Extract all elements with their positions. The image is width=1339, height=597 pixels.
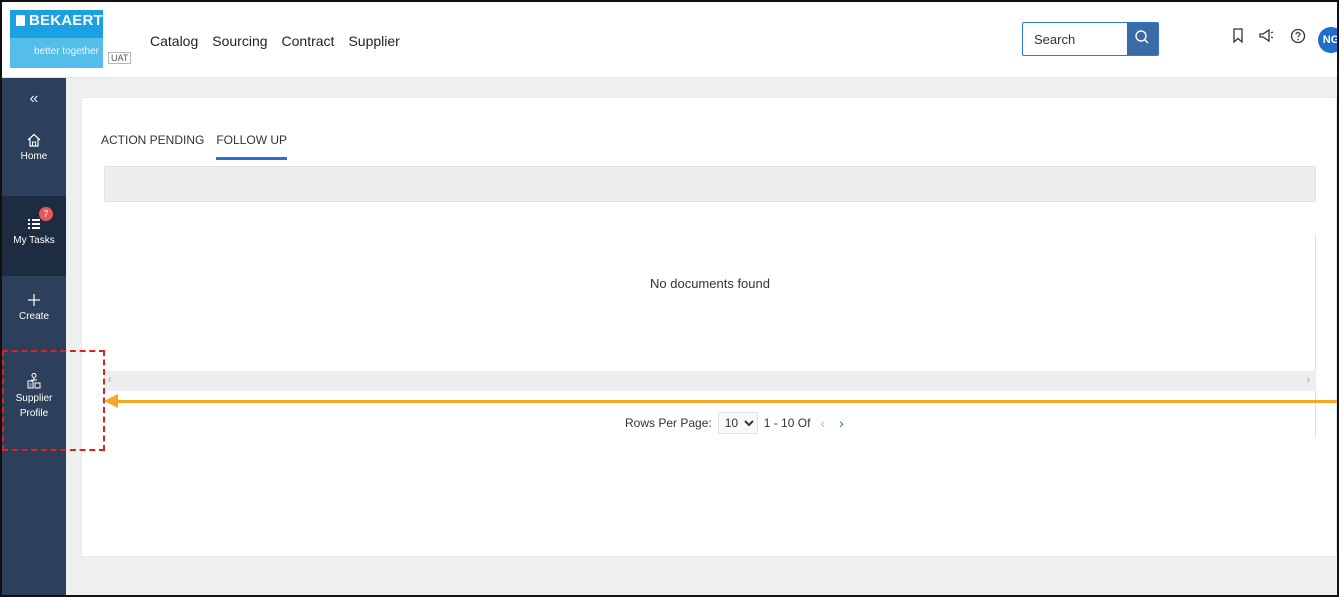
tab-action-pending[interactable]: ACTION PENDING xyxy=(101,133,204,160)
bekaert-logo[interactable]: BEKAERT better together xyxy=(10,10,103,68)
annotation-arrow-line xyxy=(116,400,1337,403)
app-frame: BEKAERT better together UAT Catalog Sour… xyxy=(0,0,1339,597)
sidebar-item-my-tasks[interactable]: 7 My Tasks xyxy=(2,196,66,276)
supplier-profile-icon xyxy=(27,373,41,389)
search-input[interactable] xyxy=(1023,23,1128,55)
announcement-icon[interactable] xyxy=(1258,28,1276,44)
collapse-sidebar-icon[interactable]: « xyxy=(2,90,66,108)
left-sidebar: « Home 7 My Tasks Create Supplier Profil… xyxy=(2,78,66,595)
home-icon xyxy=(27,133,41,147)
sidebar-label-create: Create xyxy=(18,311,49,322)
nav-supplier[interactable]: Supplier xyxy=(348,33,399,49)
bookmark-icon[interactable] xyxy=(1232,28,1244,44)
sidebar-label-profile: Profile xyxy=(19,408,49,419)
scroll-left-icon[interactable]: ‹ xyxy=(108,374,112,386)
scroll-right-icon[interactable]: › xyxy=(1306,374,1310,386)
tab-follow-up[interactable]: FOLLOW UP xyxy=(216,133,288,160)
plus-icon xyxy=(28,294,40,306)
horizontal-scrollbar[interactable]: ‹ › xyxy=(104,371,1316,391)
rows-per-page-select[interactable]: 10 xyxy=(717,412,758,434)
filter-bar xyxy=(104,166,1316,202)
empty-state-message: No documents found xyxy=(650,276,770,291)
next-page-icon[interactable]: › xyxy=(835,415,848,431)
search-button[interactable] xyxy=(1127,23,1158,55)
sidebar-label-supplier: Supplier xyxy=(15,393,53,404)
top-header: BEKAERT better together UAT Catalog Sour… xyxy=(2,2,1337,78)
global-search xyxy=(1022,22,1159,56)
tasks-card: ACTION PENDING FOLLOW UP No documents fo… xyxy=(81,97,1337,557)
nav-contract[interactable]: Contract xyxy=(282,33,335,49)
table-right-border xyxy=(1315,235,1316,437)
sidebar-item-create[interactable]: Create xyxy=(2,292,66,342)
sidebar-item-home[interactable]: Home xyxy=(2,132,66,182)
brand-text: BEKAERT xyxy=(29,12,103,29)
sidebar-item-supplier-profile[interactable]: Supplier Profile xyxy=(2,372,66,432)
help-icon[interactable] xyxy=(1290,28,1306,44)
environment-badge: UAT xyxy=(108,52,132,64)
brand-mark-icon xyxy=(16,15,25,26)
sidebar-label-home: Home xyxy=(20,151,48,162)
header-icons xyxy=(1232,28,1306,44)
main-nav: Catalog Sourcing Contract Supplier xyxy=(150,33,400,49)
rows-per-page-label: Rows Per Page: xyxy=(625,416,712,430)
search-icon xyxy=(1135,30,1149,44)
tasks-count-badge: 7 xyxy=(39,207,53,221)
pagination: Rows Per Page: 10 1 - 10 Of ‹ › xyxy=(625,412,848,434)
annotation-arrow-head xyxy=(104,394,118,408)
sidebar-label-my-tasks: My Tasks xyxy=(13,235,55,246)
user-avatar[interactable]: NG xyxy=(1318,27,1337,53)
nav-catalog[interactable]: Catalog xyxy=(150,33,198,49)
brand-tagline: better together xyxy=(10,38,103,68)
prev-page-icon[interactable]: ‹ xyxy=(816,415,829,431)
nav-sourcing[interactable]: Sourcing xyxy=(212,33,267,49)
task-tabs: ACTION PENDING FOLLOW UP xyxy=(101,133,288,160)
brand-name: BEKAERT xyxy=(16,12,103,29)
page-range: 1 - 10 Of xyxy=(763,416,811,430)
